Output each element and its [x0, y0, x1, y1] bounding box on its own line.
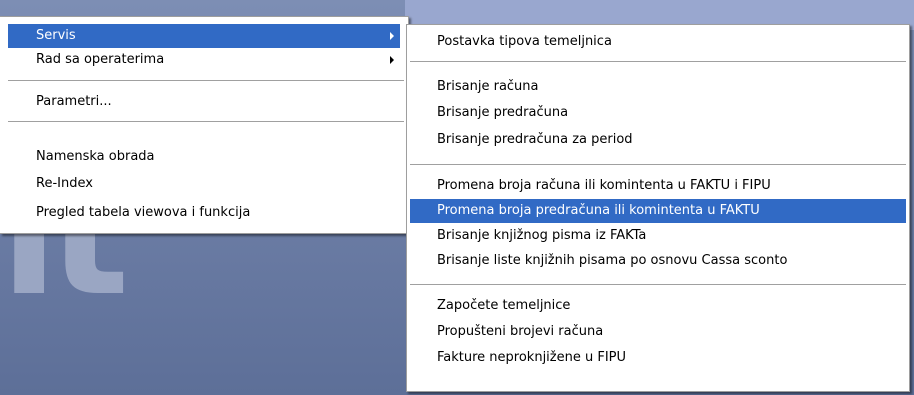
menu-item-label: Brisanje liste knjižnih pisama po osnovu…: [437, 253, 788, 268]
menu-item-namenska-obrada[interactable]: Namenska obrada: [8, 145, 400, 169]
submenu-item-brisanje-knjiznog-pisma[interactable]: Brisanje knjižnog pisma iz FAKTa: [410, 224, 906, 248]
submenu-item-brisanje-racuna[interactable]: Brisanje računa: [410, 75, 906, 99]
submenu-item-promena-broja-predracuna[interactable]: Promena broja predračuna ili komintenta …: [410, 199, 906, 223]
submenu-arrow-icon: [390, 32, 394, 40]
menu-item-label: Fakture neproknjižene u FIPU: [437, 350, 627, 365]
menu-item-servis[interactable]: Servis: [8, 24, 400, 48]
submenu-item-brisanje-predracuna-za-period[interactable]: Brisanje predračuna za period: [410, 128, 906, 152]
menu-item-label: Rad sa operaterima: [36, 52, 165, 67]
submenu-item-zapocete-temeljnice[interactable]: Započete temeljnice: [410, 294, 906, 318]
menu-item-label: Propušteni brojevi računa: [437, 324, 604, 339]
menu-item-pregled-tabela[interactable]: Pregled tabela viewova i funkcija: [8, 201, 400, 225]
menu-separator: [410, 61, 906, 62]
menu-item-rad-sa-operaterima[interactable]: Rad sa operaterima: [8, 48, 400, 72]
menu-item-label: Namenska obrada: [36, 149, 155, 164]
menu-separator: [8, 80, 404, 81]
submenu-item-brisanje-liste-knjiznih-pisama[interactable]: Brisanje liste knjižnih pisama po osnovu…: [410, 249, 906, 273]
menu-item-label: Brisanje računa: [437, 79, 539, 94]
menu-item-label: Servis: [36, 28, 76, 43]
menu-item-re-index[interactable]: Re-Index: [8, 172, 400, 196]
menu-item-label: Parametri...: [36, 94, 112, 109]
menu-item-label: Postavka tipova temeljnica: [437, 34, 612, 49]
submenu-item-propusteni-brojevi-racuna[interactable]: Propušteni brojevi računa: [410, 320, 906, 344]
menu-item-label: Promena broja predračuna ili komintenta …: [437, 203, 760, 218]
menu-item-label: Pregled tabela viewova i funkcija: [36, 205, 251, 220]
menu-item-label: Brisanje predračuna za period: [437, 132, 633, 147]
menu-item-parametri[interactable]: Parametri...: [8, 90, 400, 114]
menu-separator: [410, 164, 906, 165]
submenu-item-promena-broja-racuna[interactable]: Promena broja računa ili komintenta u FA…: [410, 174, 906, 198]
submenu-arrow-icon: [390, 56, 394, 64]
menu-item-label: Započete temeljnice: [437, 298, 571, 313]
menu-item-label: Brisanje predračuna: [437, 105, 569, 120]
submenu-item-brisanje-predracuna[interactable]: Brisanje predračuna: [410, 101, 906, 125]
menu-separator: [410, 284, 906, 285]
menu-item-label: Brisanje knjižnog pisma iz FAKTa: [437, 228, 647, 243]
menu-separator: [8, 121, 404, 122]
submenu-item-fakture-neproknjizene[interactable]: Fakture neproknjižene u FIPU: [410, 346, 906, 370]
submenu-item-postavka-tipova-temeljnica[interactable]: Postavka tipova temeljnica: [410, 30, 906, 54]
menu-item-label: Promena broja računa ili komintenta u FA…: [437, 178, 771, 193]
servis-submenu: Postavka tipova temeljnica Brisanje raču…: [406, 24, 910, 392]
main-context-menu: Servis Rad sa operaterima Parametri... N…: [0, 16, 409, 234]
menu-item-label: Re-Index: [36, 176, 93, 191]
